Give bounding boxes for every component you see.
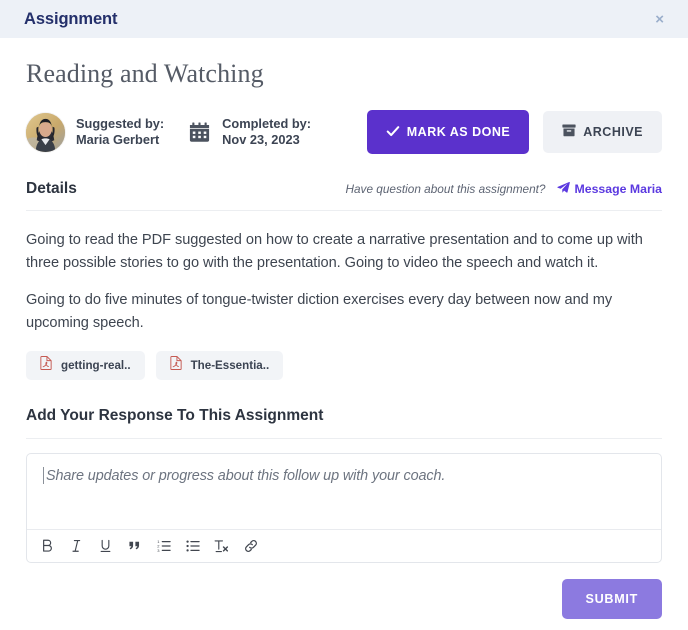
attachment-list: getting-real.. The-Essentia.. (26, 351, 662, 381)
modal-header: Assignment × (0, 0, 688, 38)
completed-by-date: Nov 23, 2023 (222, 132, 300, 147)
calendar-icon (188, 121, 211, 144)
suggested-by-name: Maria Gerbert (76, 132, 160, 147)
assignment-modal: Assignment × Reading and Watching Sugges… (0, 0, 688, 630)
mark-as-done-label: MARK AS DONE (406, 125, 511, 139)
send-icon (556, 181, 570, 197)
help-question-text: Have question about this assignment? (345, 182, 546, 196)
response-divider (26, 438, 662, 440)
details-paragraph: Going to read the PDF suggested on how t… (26, 232, 643, 271)
close-icon[interactable]: × (649, 8, 670, 31)
completed-by-block: Completed by: Nov 23, 2023 (222, 116, 311, 149)
attachment-name: The-Essentia.. (190, 359, 270, 373)
details-divider (26, 210, 662, 211)
italic-icon[interactable] (66, 536, 87, 557)
response-editor: Share updates or progress about this fol… (26, 453, 662, 564)
svg-text:3: 3 (157, 549, 160, 554)
text-caret (43, 467, 44, 485)
submit-button[interactable]: SUBMIT (561, 579, 662, 620)
check-icon (386, 124, 400, 141)
attachment-name: getting-real.. (61, 359, 131, 373)
details-help: Have question about this assignment? Mes… (345, 181, 662, 197)
page-title: Reading and Watching (26, 59, 264, 88)
avatar (26, 112, 65, 152)
bold-icon[interactable] (37, 536, 58, 557)
pdf-file-icon (169, 356, 182, 375)
assignment-meta-row: Suggested by: Maria Gerbert Completed by… (26, 108, 662, 156)
attachment-chip[interactable]: The-Essentia.. (155, 351, 284, 381)
message-maria-link[interactable]: Message Maria (556, 181, 663, 197)
modal-title: Assignment (24, 9, 118, 28)
submit-row: SUBMIT (26, 579, 662, 620)
details-header-row: Details Have question about this assignm… (26, 180, 662, 198)
underline-icon[interactable] (95, 536, 116, 557)
response-textarea[interactable]: Share updates or progress about this fol… (27, 454, 661, 529)
unordered-list-icon[interactable] (182, 536, 203, 557)
details-paragraph: Going to do five minutes of tongue-twist… (26, 292, 613, 331)
archive-box-icon (562, 124, 576, 140)
details-heading: Details (26, 180, 77, 197)
suggested-by-block: Suggested by: Maria Gerbert (76, 116, 164, 149)
response-placeholder: Share updates or progress about this fol… (46, 468, 446, 485)
clear-formatting-icon[interactable] (211, 536, 232, 557)
archive-button[interactable]: ARCHIVE (543, 111, 662, 153)
ordered-list-icon[interactable]: 1 2 3 (153, 536, 174, 557)
link-icon[interactable] (240, 536, 261, 557)
modal-body: Reading and Watching Suggested by: Maria… (0, 38, 688, 630)
response-heading: Add Your Response To This Assignment (26, 407, 324, 425)
editor-toolbar: 1 2 3 (27, 529, 661, 562)
completed-by-label: Completed by: (222, 115, 312, 131)
suggested-by-label: Suggested by: (76, 115, 165, 131)
mark-as-done-button[interactable]: MARK AS DONE (366, 110, 530, 154)
archive-label: ARCHIVE (583, 125, 643, 139)
assignment-actions: MARK AS DONE ARCHIVE (366, 110, 662, 154)
blockquote-icon[interactable] (124, 536, 145, 557)
attachment-chip[interactable]: getting-real.. (26, 351, 145, 381)
message-maria-label: Message Maria (574, 182, 663, 196)
pdf-file-icon (40, 356, 52, 375)
